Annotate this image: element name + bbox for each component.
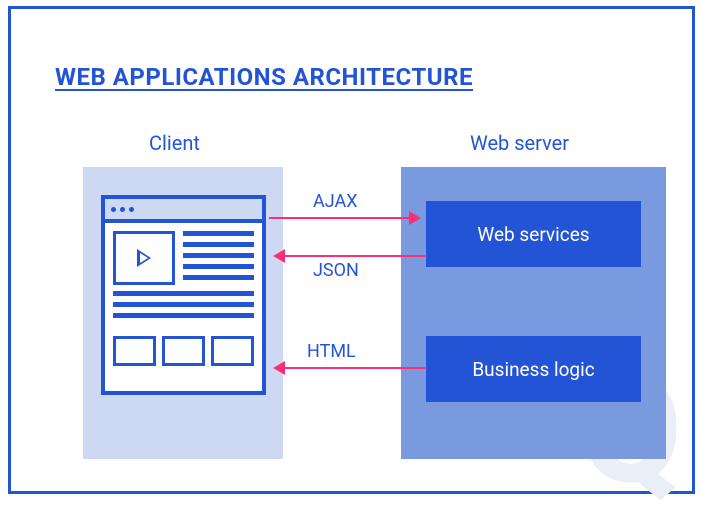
window-dot-icon <box>111 207 116 212</box>
text-line <box>183 275 254 280</box>
diagram-title-text: WEB APPLICATIONS ARCHITECTURE <box>55 63 473 91</box>
arrow-label-json: JSON <box>313 260 359 281</box>
arrow-html-icon <box>275 367 425 369</box>
window-dot-icon <box>120 207 125 212</box>
thumbnail <box>211 336 254 366</box>
arrow-ajax-icon <box>269 217 419 219</box>
text-line <box>113 302 254 307</box>
browser-body <box>105 223 262 374</box>
server-column-label: Web server <box>470 131 569 155</box>
text-line <box>183 264 254 269</box>
text-line <box>183 242 254 247</box>
arrow-json-icon <box>275 255 425 257</box>
web-services-box: Web services <box>426 201 641 267</box>
thumbnail-row <box>113 336 254 366</box>
text-line <box>183 231 254 236</box>
web-services-label: Web services <box>477 223 589 246</box>
thumbnail <box>162 336 205 366</box>
window-dot-icon <box>129 207 134 212</box>
browser-titlebar <box>105 199 262 223</box>
text-line <box>113 313 254 318</box>
business-logic-box: Business logic <box>426 336 641 402</box>
text-line <box>113 291 254 296</box>
diagram-frame: Q WEB APPLICATIONS ARCHITECTURE Client W… <box>8 6 695 494</box>
play-icon <box>137 249 151 267</box>
client-column-label: Client <box>149 131 200 155</box>
thumbnail <box>113 336 156 366</box>
video-placeholder <box>113 231 175 285</box>
arrow-label-html: HTML <box>307 341 356 362</box>
diagram-title: WEB APPLICATIONS ARCHITECTURE <box>55 63 473 91</box>
text-line <box>183 253 254 258</box>
browser-wireframe <box>101 195 266 395</box>
business-logic-label: Business logic <box>472 358 594 381</box>
arrow-label-ajax: AJAX <box>313 191 358 212</box>
